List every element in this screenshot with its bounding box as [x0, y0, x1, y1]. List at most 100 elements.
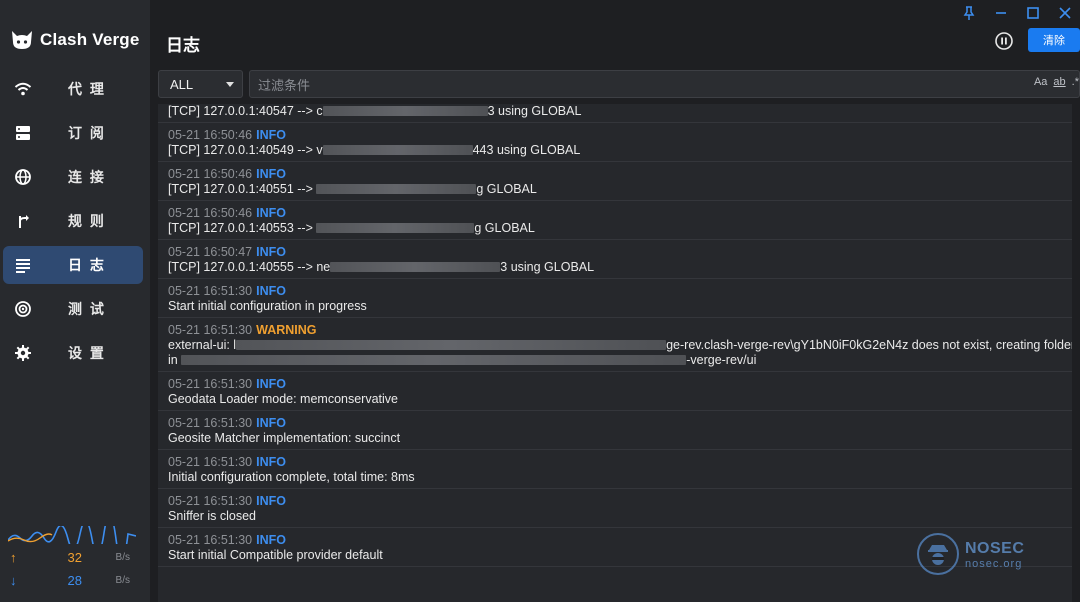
log-entry: 05-21 16:51:30 INFO Initial configuration… — [158, 450, 1072, 489]
log-time: 05-21 16:50:47 — [168, 245, 253, 259]
log-time: 05-21 16:51:30 — [168, 494, 253, 508]
brand: Clash Verge — [10, 28, 140, 52]
log-entry: 05-21 16:51:30 WARNING external-ui: l ge-r… — [158, 318, 1072, 372]
sidebar-item-rules[interactable]: 规 则 — [3, 202, 143, 240]
sidebar-item-label: 测 试 — [68, 301, 106, 317]
lines-icon — [16, 259, 30, 273]
log-message: Sniffer is closed — [168, 509, 257, 523]
log-level: INFO — [256, 533, 286, 547]
log-message-continued: in -verge-rev/ui — [168, 353, 757, 367]
log-message: Geodata Loader mode: memconservative — [168, 392, 398, 406]
match-case-toggle[interactable]: Aa — [1034, 76, 1047, 88]
log-entry: 05-21 16:51:30 INFO Start initial configu… — [158, 279, 1072, 318]
log-level: INFO — [256, 245, 286, 259]
log-time: 05-21 16:51:30 — [168, 323, 253, 337]
log-entry: 05-21 16:51:30 INFO Geosite Matcher imple… — [158, 411, 1072, 450]
cat-logo-icon — [12, 31, 32, 49]
globe-icon — [15, 169, 31, 185]
server-icon — [16, 126, 30, 140]
sidebar-item-settings[interactable]: 设 置 — [3, 334, 143, 372]
log-message: [TCP] 127.0.0.1:40551 --> g GLOBAL — [168, 182, 537, 196]
sidebar: Clash Verge 代 理 订 阅 连 接 规 则 日 志 测 试 设 置 … — [0, 0, 150, 602]
log-entry: 05-21 16:50:47 INFO [TCP] 127.0.0.1:40555… — [158, 240, 1072, 279]
log-time: 05-21 16:51:30 — [168, 416, 253, 430]
log-time: 05-21 16:51:30 — [168, 455, 253, 469]
app-name: Clash Verge — [40, 30, 140, 49]
log-message: [TCP] 127.0.0.1:40555 --> ne 3 using GLOB… — [168, 260, 595, 274]
chevron-down-icon — [226, 82, 234, 87]
log-level: INFO — [256, 128, 286, 142]
close-icon[interactable] — [1056, 4, 1074, 22]
log-entry: 05-21 16:50:46 INFO [TCP] 127.0.0.1:40549… — [158, 123, 1072, 162]
arrow-down-icon: ↓ — [10, 573, 17, 588]
watermark-title: NOSEC — [965, 540, 1025, 557]
filter-options: Aa ab .* — [1034, 76, 1079, 88]
watermark-subtitle: nosec.org — [965, 558, 1023, 570]
upload-unit: B/s — [115, 552, 130, 563]
log-entry: [TCP] 127.0.0.1:40547 --> c3 using GLOBA… — [158, 104, 1072, 123]
log-time: 05-21 16:51:30 — [168, 377, 253, 391]
log-time: 05-21 16:50:46 — [168, 206, 253, 220]
match-word-toggle[interactable]: ab — [1053, 76, 1065, 88]
log-time: 05-21 16:51:30 — [168, 284, 253, 298]
log-entry: 05-21 16:50:46 INFO [TCP] 127.0.0.1:40553… — [158, 201, 1072, 240]
log-level: INFO — [256, 377, 286, 391]
log-level: INFO — [256, 284, 286, 298]
sidebar-item-logs[interactable]: 日 志 — [3, 246, 143, 284]
clear-button[interactable]: 清除 — [1028, 28, 1080, 52]
log-entry: 05-21 16:51:30 INFO Sniffer is closed — [158, 489, 1072, 528]
gear-icon — [15, 345, 31, 361]
sidebar-nav: 代 理 订 阅 连 接 规 则 日 志 测 试 设 置 — [0, 70, 150, 378]
regex-toggle[interactable]: .* — [1072, 76, 1079, 88]
log-message: Geosite Matcher implementation: succinct — [168, 431, 401, 445]
sidebar-item-label: 日 志 — [68, 257, 106, 273]
minimize-icon[interactable] — [992, 4, 1010, 22]
window-controls — [960, 4, 1080, 22]
filter-bar: ALL Aa ab .* — [158, 70, 1080, 98]
log-level: INFO — [256, 494, 286, 508]
sidebar-item-label: 设 置 — [68, 345, 106, 361]
sidebar-item-proxy[interactable]: 代 理 — [3, 70, 143, 108]
log-time: 05-21 16:50:46 — [168, 128, 253, 142]
level-select-value: ALL — [170, 76, 194, 92]
log-level: WARNING — [256, 323, 317, 337]
download-rate: ↓ 28 B/s — [10, 573, 140, 589]
upload-rate: ↑ 32 B/s — [10, 550, 140, 566]
sidebar-item-label: 连 接 — [68, 169, 106, 185]
log-message: [TCP] 127.0.0.1:40549 --> v 443 using GLO… — [168, 143, 581, 157]
log-message: Start initial configuration in progress — [168, 299, 367, 313]
pause-icon[interactable] — [994, 31, 1014, 51]
main-panel: 日志 清除 ALL Aa ab .* [TCP] 127.0.0.1:40547… — [150, 0, 1080, 602]
sidebar-item-label: 订 阅 — [68, 125, 106, 141]
log-entry: 05-21 16:51:30 INFO Geodata Loader mode: … — [158, 372, 1072, 411]
log-message: [TCP] 127.0.0.1:40547 --> c3 using GLOBA… — [168, 104, 582, 118]
watermark: NOSEC nosec.org — [917, 533, 1037, 579]
log-list: [TCP] 127.0.0.1:40547 --> c3 using GLOBA… — [158, 104, 1072, 602]
level-select[interactable]: ALL — [158, 70, 243, 98]
filter-field: Aa ab .* — [249, 70, 1080, 98]
log-message: Initial configuration complete, total ti… — [168, 470, 415, 484]
sidebar-item-label: 代 理 — [68, 81, 106, 97]
log-level: INFO — [256, 416, 286, 430]
pin-icon[interactable] — [960, 4, 978, 22]
wifi-icon — [14, 82, 32, 96]
log-time: 05-21 16:50:46 — [168, 167, 253, 181]
log-level: INFO — [256, 167, 286, 181]
log-message: [TCP] 127.0.0.1:40553 --> g GLOBAL — [168, 221, 535, 235]
maximize-icon[interactable] — [1024, 4, 1042, 22]
log-level: INFO — [256, 455, 286, 469]
sidebar-item-test[interactable]: 测 试 — [3, 290, 143, 328]
upload-value: 32 — [67, 550, 82, 565]
sidebar-item-label: 规 则 — [68, 213, 106, 229]
filter-input[interactable] — [258, 75, 958, 95]
watermark-logo-icon — [917, 533, 959, 575]
log-time: 05-21 16:51:30 — [168, 533, 253, 547]
log-level: INFO — [256, 206, 286, 220]
route-icon — [19, 215, 29, 228]
sidebar-item-connections[interactable]: 连 接 — [3, 158, 143, 196]
download-value: 28 — [67, 573, 82, 588]
traffic-graph — [8, 526, 136, 544]
arrow-up-icon: ↑ — [10, 550, 17, 565]
sidebar-item-profiles[interactable]: 订 阅 — [3, 114, 143, 152]
download-unit: B/s — [115, 575, 130, 586]
